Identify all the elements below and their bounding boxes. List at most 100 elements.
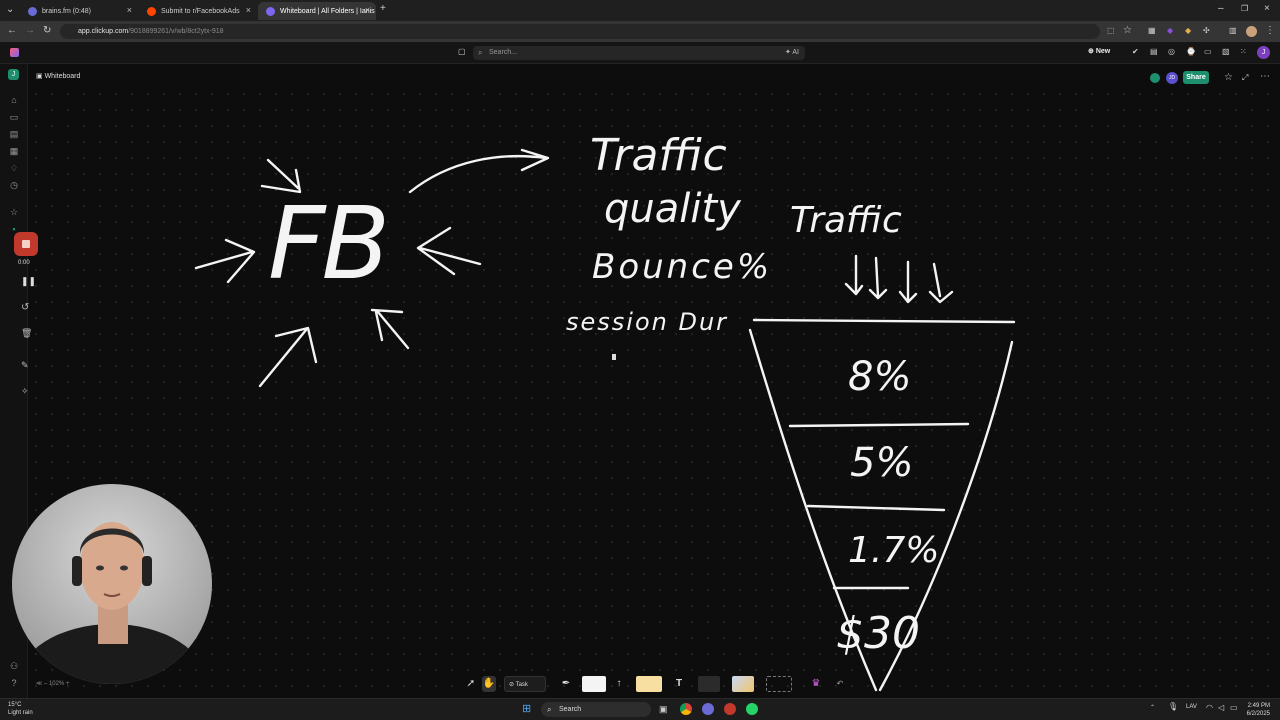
invite-user-icon[interactable]: ⚇ — [9, 661, 19, 671]
tray-expand-icon[interactable]: ⌃ — [1150, 704, 1155, 711]
whatsapp-icon[interactable] — [746, 703, 758, 715]
clip-icon[interactable]: ◎ — [1168, 47, 1175, 57]
webcam-bubble[interactable] — [12, 484, 212, 684]
app-icon[interactable] — [724, 703, 736, 715]
whiteboard-header: ▣ Whiteboard — [36, 72, 80, 80]
minimize-icon[interactable]: – — [1218, 4, 1224, 14]
home-icon[interactable]: ⌂ — [9, 95, 19, 105]
close-icon[interactable]: × — [246, 5, 251, 15]
timesheets-icon[interactable]: ◷ — [9, 180, 19, 190]
clock-time: 2:49 PM — [1247, 703, 1270, 709]
clickup-logo-icon[interactable] — [10, 48, 19, 57]
undo-icon[interactable]: ↶ — [834, 676, 846, 692]
ai-button[interactable]: ✦ AI — [785, 46, 799, 60]
apps-grid-icon[interactable]: ⁙ — [1240, 47, 1247, 57]
connector-arrow-icon[interactable]: ↑ — [612, 676, 626, 692]
notepad-icon[interactable]: ▤ — [1150, 47, 1158, 57]
reminder-icon[interactable]: ⌚ — [1186, 47, 1196, 57]
ai-label: AI — [792, 49, 799, 56]
workspace-avatar[interactable]: J — [8, 69, 19, 80]
browser-menu-icon[interactable]: ⋮ — [1265, 26, 1275, 36]
pause-icon[interactable]: ❚❚ — [21, 276, 36, 287]
bookmark-star-icon[interactable]: ☆ — [1123, 26, 1132, 36]
stop-icon — [22, 240, 30, 248]
restart-icon[interactable]: ↺ — [21, 302, 29, 313]
expand-icon[interactable]: ⤢ — [1242, 73, 1248, 83]
extensions-puzzle-icon[interactable]: ✣ — [1203, 26, 1210, 36]
dashboards-icon[interactable]: ▦ — [9, 146, 19, 156]
container-tool-icon[interactable] — [698, 676, 720, 692]
close-icon[interactable]: × — [127, 5, 132, 15]
install-app-icon[interactable]: ⬚ — [1107, 26, 1115, 36]
hand-tool-icon[interactable]: ✋ — [482, 676, 496, 692]
temperature: 15°C — [8, 702, 22, 708]
zoom-in-icon[interactable]: + — [66, 681, 70, 687]
ai-assistant-icon[interactable]: ♛ — [806, 676, 826, 692]
share-button[interactable]: Share — [1183, 71, 1209, 84]
maximize-icon[interactable]: ❐ — [1241, 4, 1248, 14]
window-close-icon[interactable]: × — [1264, 4, 1270, 14]
task-view-icon[interactable]: ▣ — [659, 704, 668, 715]
more-tools-icon[interactable] — [766, 676, 792, 692]
language-indicator[interactable]: LAV — [1186, 704, 1197, 710]
extension-icon[interactable]: ◆ — [1185, 26, 1191, 36]
more-options-icon[interactable]: ⋯ — [1260, 72, 1270, 82]
sidepanel-icon[interactable]: ▥ — [1229, 26, 1237, 36]
draw-icon[interactable]: ✎ — [21, 360, 29, 371]
docs-icon[interactable]: ▤ — [9, 129, 19, 139]
effects-icon[interactable]: ✧ — [21, 386, 29, 397]
wifi-icon[interactable]: ◠ — [1206, 703, 1213, 712]
whiteboard-canvas[interactable] — [28, 86, 1280, 698]
clickup-favicon-icon — [266, 7, 275, 16]
collaborator-avatar[interactable]: JD — [1166, 72, 1178, 84]
close-icon[interactable]: × — [365, 5, 370, 15]
search-placeholder: Search... — [489, 49, 518, 56]
whiteboard-icon[interactable]: ▧ — [1222, 47, 1230, 57]
help-icon[interactable]: ? — [9, 678, 19, 688]
chrome-icon[interactable] — [680, 703, 692, 715]
favorites-star-icon[interactable]: ☆ — [9, 207, 19, 217]
check-icon[interactable]: ✔ — [1132, 47, 1139, 57]
zoom-level[interactable]: 102% — [49, 681, 64, 687]
new-tab-icon[interactable]: + — [380, 4, 386, 14]
stop-record-button[interactable] — [14, 232, 38, 256]
weather-widget[interactable]: 15°C Light rain — [8, 701, 33, 717]
tab-brainsfm[interactable]: brains.fm (0:48) × — [20, 2, 138, 20]
tab-search-icon[interactable]: ⌄ — [6, 5, 14, 15]
inbox-icon[interactable]: ▭ — [9, 112, 19, 122]
pen-tool-icon[interactable]: ✒ — [560, 676, 572, 692]
task-tool[interactable]: ⊘ Task — [504, 676, 546, 692]
trash-icon[interactable]: 🗑 — [21, 328, 32, 339]
microphone-icon[interactable]: 🎙 — [1168, 702, 1178, 711]
sidebar-toggle-icon[interactable]: ▢ — [458, 47, 466, 57]
url-field[interactable]: app.clickup.com/9018899261/v/wb/8ct2ytx-… — [60, 24, 1100, 39]
battery-icon[interactable]: ▭ — [1230, 703, 1238, 712]
image-tool-icon[interactable] — [732, 676, 754, 692]
new-button[interactable]: ⊕ New — [1088, 47, 1110, 55]
extension-icon[interactable]: ◆ — [1167, 26, 1173, 36]
forward-icon[interactable]: → — [25, 26, 35, 36]
select-tool-icon[interactable]: ➚ — [464, 676, 478, 692]
windows-start-icon[interactable]: ⊞ — [522, 704, 531, 715]
goals-icon[interactable]: ♢ — [9, 163, 19, 173]
profile-avatar[interactable] — [1246, 26, 1257, 37]
reload-icon[interactable]: ↻ — [43, 26, 51, 36]
collapse-icon[interactable]: ≪ — [36, 681, 44, 687]
page-title[interactable]: Whiteboard — [45, 73, 81, 80]
taskbar-search[interactable]: ⌕ Search — [541, 702, 651, 717]
text-tool-icon[interactable]: T — [672, 676, 686, 692]
favorite-star-icon[interactable]: ☆ — [1224, 73, 1233, 83]
back-icon[interactable]: ← — [7, 26, 17, 36]
extension-icon[interactable]: ▦ — [1148, 26, 1156, 36]
tab-reddit[interactable]: Submit to r/FacebookAds × — [139, 2, 257, 20]
search-input[interactable]: ⌕ Search... ✦ AI — [473, 46, 805, 60]
tab-whiteboard[interactable]: Whiteboard | All Folders | Ianis × — [258, 2, 376, 20]
user-avatar[interactable]: J — [1257, 46, 1270, 59]
presence-indicator — [1150, 73, 1160, 83]
docs-icon[interactable]: ▭ — [1204, 47, 1212, 57]
shape-tool-icon[interactable] — [582, 676, 606, 692]
app-icon[interactable] — [702, 703, 714, 715]
volume-icon[interactable]: ◁ — [1218, 703, 1224, 712]
system-clock[interactable]: 2:49 PM 6/2/2025 — [1247, 702, 1270, 718]
sticky-note-icon[interactable] — [636, 676, 662, 692]
